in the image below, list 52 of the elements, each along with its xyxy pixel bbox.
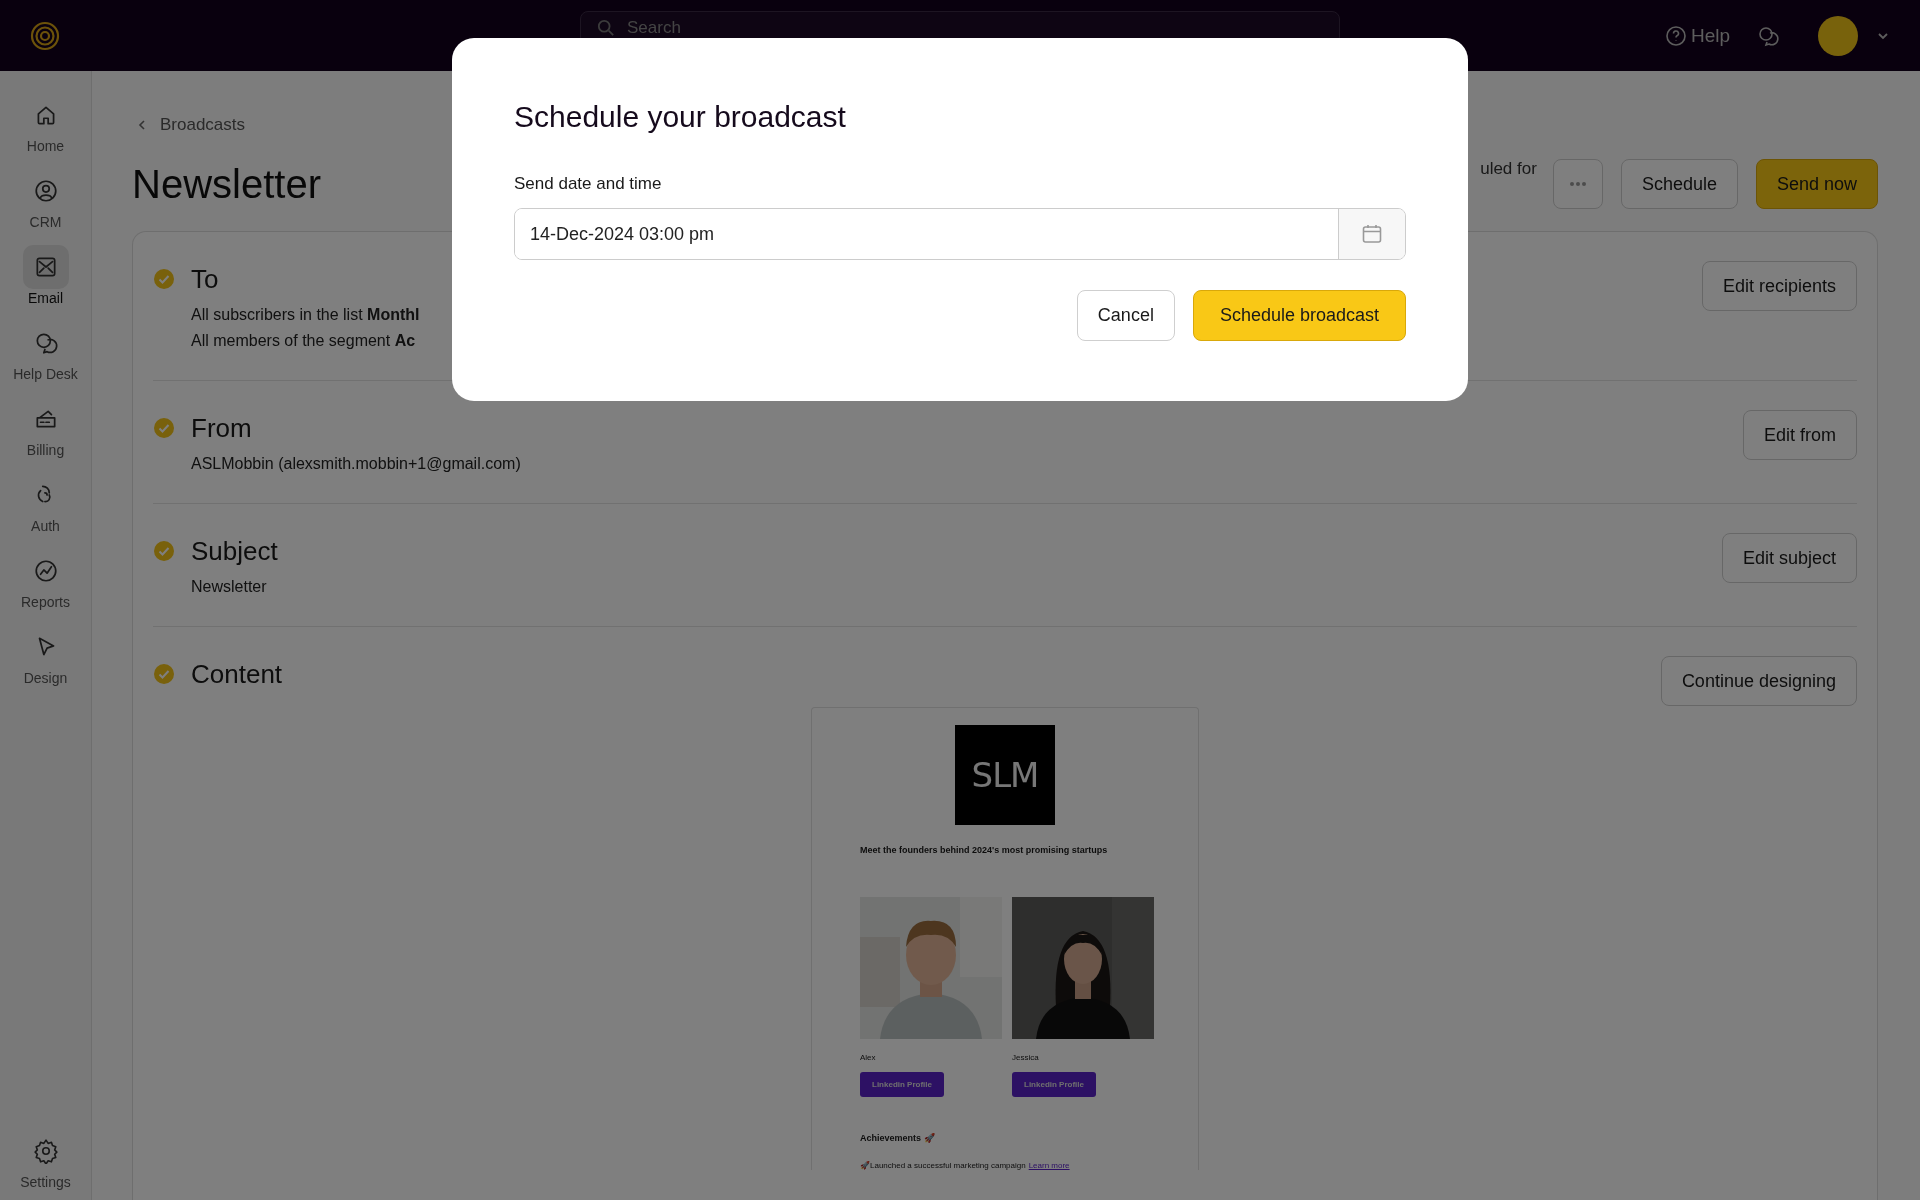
sidebar-item[interactable]: Help Desk: [0, 321, 91, 382]
section-title: Content: [191, 658, 284, 690]
breadcrumb-link[interactable]: Broadcasts: [136, 115, 246, 135]
learn-more-link[interactable]: Learn more: [1028, 1161, 1070, 1170]
section-text: Newsletter: [191, 577, 267, 597]
section-action-button[interactable]: Continue designing: [1660, 656, 1857, 706]
chevron-left-icon: [136, 119, 148, 131]
email-heading: Meet the founders behind 2024's most promising startups: [859, 845, 1109, 855]
help-link[interactable]: Help: [1664, 24, 1730, 47]
avatar[interactable]: [1818, 15, 1858, 56]
achievement-text: 🚀Launched a successful marketing campaign: [860, 1161, 1026, 1170]
dots-icon: [1568, 181, 1587, 187]
section-title: To: [191, 263, 220, 295]
logo-icon[interactable]: [30, 20, 60, 51]
chart-icon: [32, 558, 59, 584]
search-input[interactable]: Search: [625, 17, 1323, 39]
sidebar-item[interactable]: Settings: [0, 1129, 91, 1190]
field-label: Send date and time: [514, 174, 663, 194]
dialog-title: Schedule your broadcast: [514, 100, 847, 134]
founder-name: Jessica: [1012, 1053, 1039, 1062]
section-action-button[interactable]: Edit from: [1742, 410, 1857, 460]
achievements-heading: Achievements 🚀: [859, 1133, 936, 1143]
cancel-button[interactable]: Cancel: [1076, 290, 1175, 341]
brand-logo: SLM: [955, 725, 1055, 825]
section-title: Subject: [191, 535, 279, 567]
linkedin-button[interactable]: Linkedin Profile: [1012, 1072, 1096, 1097]
calendar-icon: [1360, 222, 1384, 246]
schedule-broadcast-button[interactable]: Schedule broadcast: [1192, 290, 1406, 341]
calendar-button[interactable]: [1338, 209, 1405, 259]
search-icon: [597, 19, 615, 37]
breadcrumb-text[interactable]: Broadcasts: [160, 115, 246, 135]
section-text: All members of the segment Ac: [191, 331, 416, 351]
sidebar-item[interactable]: Auth: [0, 473, 91, 534]
section-title: From: [191, 412, 253, 444]
schedule-button[interactable]: Schedule: [1620, 159, 1738, 209]
sidebar-item[interactable]: Email: [0, 245, 91, 306]
schedule-status-text: uled for: [1480, 159, 1537, 179]
founder-name: Alex: [860, 1053, 876, 1062]
section-text: All subscribers in the list Monthl: [191, 305, 420, 325]
section-action-button[interactable]: Edit recipients: [1701, 261, 1857, 311]
sidebar-item[interactable]: Reports: [0, 549, 91, 610]
section-text: ASLMobbin (alexsmith.mobbin+1@gmail.com): [191, 454, 521, 474]
section-action-button[interactable]: Edit subject: [1721, 533, 1857, 583]
settings-icon: [32, 1138, 59, 1164]
sidebar-item[interactable]: Home: [0, 93, 91, 154]
linkedin-button[interactable]: Linkedin Profile: [860, 1072, 944, 1097]
page-title: Newsletter: [132, 161, 321, 207]
help-icon: [1664, 24, 1687, 47]
send-now-button[interactable]: Send now: [1755, 159, 1878, 209]
sidebar-item[interactable]: Billing: [0, 397, 91, 458]
sidebar-item[interactable]: CRM: [0, 169, 91, 230]
sidebar-item[interactable]: Design: [0, 625, 91, 686]
